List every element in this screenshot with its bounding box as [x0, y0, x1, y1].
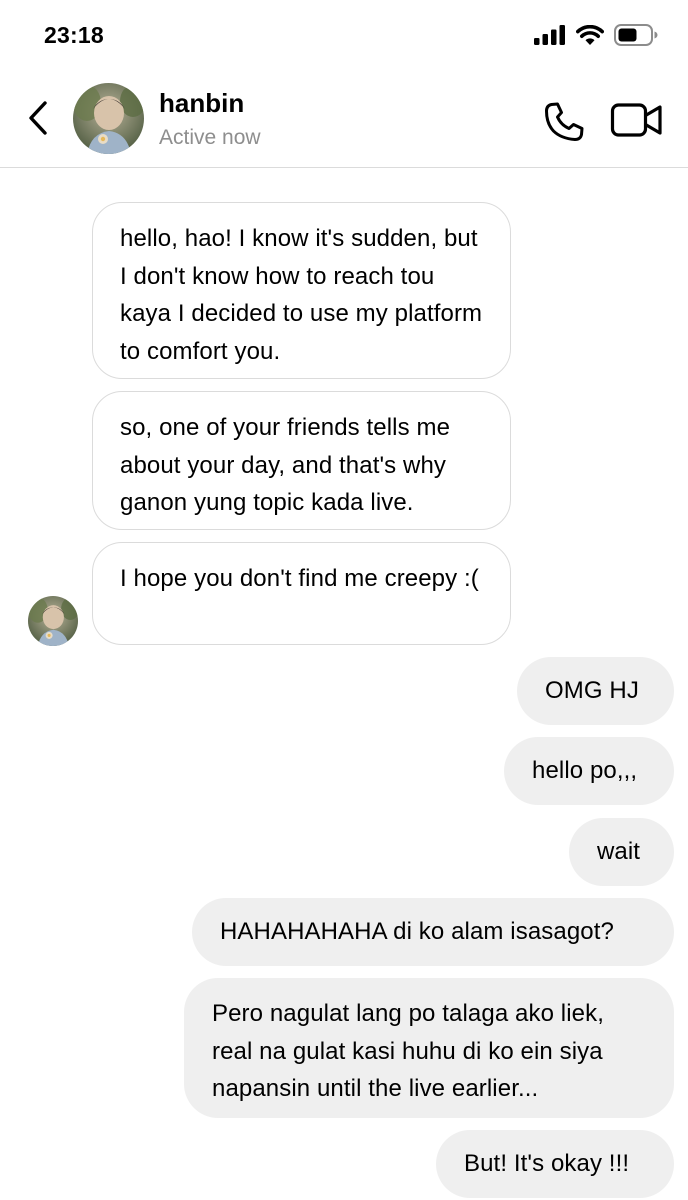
outgoing-message[interactable]: Pero nagulat lang po talaga ako liek, re… [184, 978, 674, 1118]
outgoing-message[interactable]: wait [569, 818, 674, 886]
sender-avatar[interactable] [28, 596, 78, 646]
chat-screen: 23:18 hanbin Active now hello, hao! I kn… [0, 0, 688, 1200]
avatar-photo [28, 596, 78, 646]
wifi-icon [576, 25, 604, 45]
chat-header: hanbin Active now [0, 70, 688, 168]
battery-icon [614, 24, 658, 46]
contact-avatar[interactable] [73, 83, 144, 154]
avatar-photo [73, 83, 144, 154]
back-button[interactable] [20, 96, 56, 140]
outgoing-message[interactable]: hello po,,, [504, 737, 674, 805]
voice-call-button[interactable] [542, 100, 586, 144]
active-status: Active now [159, 126, 261, 149]
status-time: 23:18 [44, 22, 104, 48]
cellular-signal-icon [534, 25, 565, 45]
video-camera-icon [610, 103, 662, 137]
outgoing-message[interactable]: HAHAHAHAHA di ko alam isasagot? [192, 898, 674, 966]
incoming-message[interactable]: I hope you don't find me creepy :( [92, 542, 511, 645]
incoming-message[interactable]: hello, hao! I know it's sudden, but I do… [92, 202, 511, 379]
video-call-button[interactable] [610, 100, 664, 140]
status-icons [534, 24, 658, 46]
contact-name[interactable]: hanbin [159, 88, 244, 119]
outgoing-message[interactable]: OMG HJ [517, 657, 674, 725]
back-chevron-icon [29, 101, 47, 135]
incoming-message[interactable]: so, one of your friends tells me about y… [92, 391, 511, 530]
outgoing-message[interactable]: But! It's okay !!! [436, 1130, 674, 1198]
phone-icon [545, 102, 584, 141]
status-bar: 23:18 [0, 0, 688, 70]
